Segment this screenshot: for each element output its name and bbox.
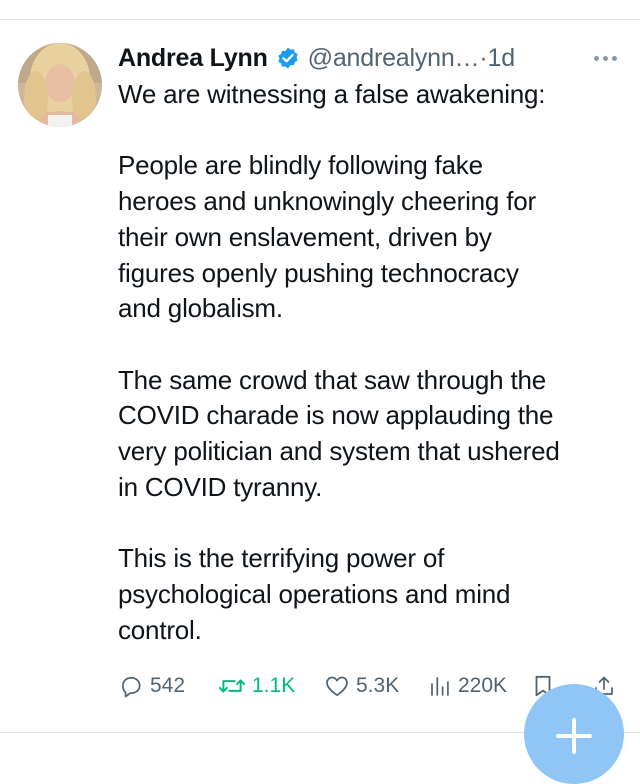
- more-options-button[interactable]: [585, 48, 625, 68]
- views-count: 220K: [458, 674, 508, 697]
- more-dot-icon: [602, 55, 608, 61]
- author-name[interactable]: Andrea Lynn: [118, 44, 268, 73]
- tweet-line: their own enslavement, driven by: [118, 221, 492, 252]
- top-divider: [0, 19, 640, 20]
- retweet-button[interactable]: 1.1K: [218, 668, 295, 704]
- views-icon: [431, 677, 449, 696]
- reply-button[interactable]: 542: [118, 668, 185, 704]
- retweet-icon: [218, 679, 246, 693]
- more-dot-icon: [593, 55, 599, 61]
- tweet-line: control.: [118, 614, 202, 645]
- tweet-line: People are blindly following fake: [118, 150, 483, 181]
- tweet-line: heroes and unknowingly cheering for: [118, 186, 536, 217]
- tweet-text: We are witnessing a false awakening: Peo…: [118, 77, 628, 648]
- retweet-count: 1.1K: [252, 674, 296, 697]
- tweet-line: We are witnessing a false awakening:: [118, 79, 546, 109]
- tweet-line: in COVID tyranny.: [118, 471, 323, 502]
- compose-button[interactable]: [524, 684, 624, 784]
- tweet-line: and globalism.: [118, 293, 283, 324]
- more-dot-icon: [611, 55, 617, 61]
- tweet-time[interactable]: 1d: [488, 44, 516, 73]
- reply-icon: [122, 677, 141, 698]
- heart-icon: [326, 676, 348, 697]
- avatar-photo: [18, 43, 102, 127]
- author-avatar[interactable]: [18, 43, 102, 127]
- like-button[interactable]: 5.3K: [324, 668, 399, 704]
- time-separator: ·: [479, 43, 488, 72]
- tweet-header: Andrea Lynn @andrealynn… · 1d: [118, 38, 515, 78]
- reply-count: 542: [150, 674, 186, 697]
- tweet-line: figures openly pushing technocracy: [118, 257, 519, 288]
- tweet-line: COVID charade is now applauding the: [118, 400, 554, 431]
- views-button[interactable]: 220K: [428, 668, 507, 704]
- compose-plus-icon: [556, 718, 592, 754]
- tweet-line: This is the terrifying power of: [118, 543, 445, 574]
- author-handle[interactable]: @andrealynn…: [308, 44, 480, 73]
- verified-badge-icon: [276, 46, 300, 70]
- like-count: 5.3K: [356, 674, 400, 697]
- tweet-line: The same crowd that saw through the: [118, 364, 547, 395]
- tweet-line: very politician and system that ushered: [118, 436, 560, 466]
- tweet-line: psychological operations and mind: [118, 578, 511, 609]
